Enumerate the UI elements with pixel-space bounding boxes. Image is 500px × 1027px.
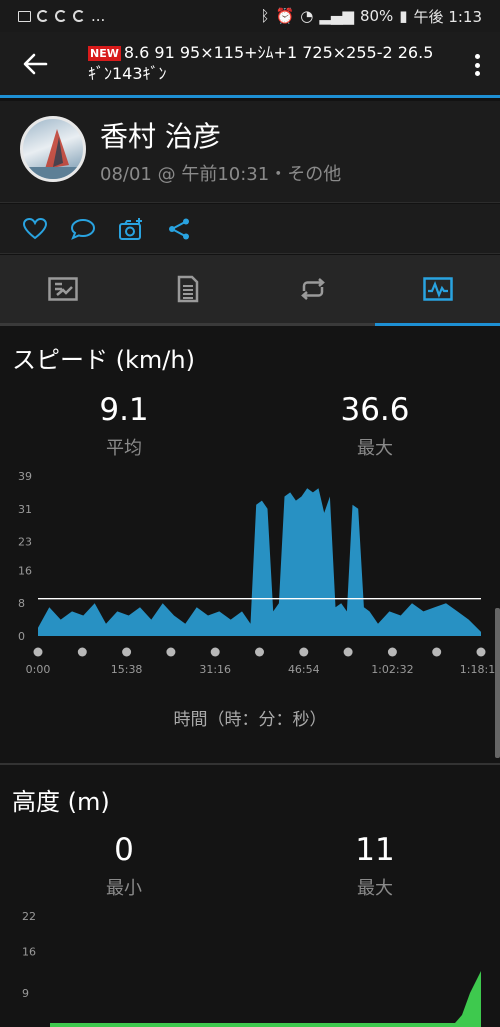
sync-icon	[37, 10, 49, 22]
avatar[interactable]	[20, 116, 86, 182]
add-photo-icon[interactable]	[118, 217, 144, 241]
wifi-icon: ◔	[300, 7, 314, 25]
elevation-y-tick-label: 22	[22, 910, 36, 923]
speed-y-tick-label: 39	[18, 470, 32, 483]
activity-title: NEW 8.6 91 95×115+ｼﾑ+1 725×255-2 26.5ｷﾞﾝ1…	[88, 42, 448, 84]
elevation-min-label: 最小	[106, 878, 142, 899]
speed-avg-label: 平均	[106, 438, 142, 459]
sync-icon	[73, 10, 85, 22]
speed-area	[38, 488, 481, 636]
activity-meta: 08/01 @ 午前10:31・その他	[100, 164, 342, 185]
action-row	[0, 204, 500, 254]
profile-header: 香村 治彦 08/01 @ 午前10:31・その他	[0, 101, 500, 203]
status-right: ᛒ ⏰ ◔ ▂▄▆ 80% ▮ 午後 1:13	[261, 6, 482, 27]
speed-x-tick-label: 1:18:10	[460, 663, 500, 676]
speed-title: スピード (km/h)	[12, 346, 195, 374]
elevation-min-value: 0	[114, 832, 134, 868]
more-options-icon[interactable]	[474, 54, 480, 76]
elevation-y-tick-label: 9	[22, 987, 29, 1000]
speed-x-tick-label: 0:00	[26, 663, 51, 676]
speed-y-tick-label: 31	[18, 503, 32, 516]
speed-y-tick-label: 16	[18, 564, 32, 577]
elevation-max-value: 11	[355, 832, 395, 868]
speed-x-minor-dot	[255, 647, 264, 657]
bluetooth-icon: ᛒ	[260, 7, 270, 25]
elevation-chart[interactable]: 221692	[0, 906, 500, 1027]
app-bar: NEW 8.6 91 95×115+ｼﾑ+1 725×255-2 26.5ｷﾞﾝ1…	[0, 32, 500, 98]
card-divider	[0, 763, 500, 765]
charts-icon	[422, 277, 453, 301]
speed-x-major-dot	[210, 647, 220, 657]
speed-x-tick-label: 31:16	[199, 663, 231, 676]
comment-icon[interactable]	[70, 217, 96, 241]
speed-y-tick-label: 8	[18, 597, 25, 610]
speed-x-tick-label: 46:54	[288, 663, 320, 676]
elevation-max-label: 最大	[357, 878, 393, 899]
speed-avg-value: 9.1	[99, 392, 149, 428]
activity-title-text: 8.6 91 95×115+ｼﾑ+1 725×255-2 26.5ｷﾞﾝ143ｷ…	[88, 43, 434, 83]
tab-charts[interactable]	[375, 255, 500, 323]
speed-x-major-dot	[299, 647, 309, 657]
elevation-area	[50, 971, 481, 1027]
speed-x-minor-dot	[432, 647, 442, 657]
speed-max-value: 36.6	[340, 392, 410, 428]
laps-icon	[300, 278, 325, 300]
speed-x-minor-dot	[343, 647, 353, 657]
tab-summary[interactable]	[0, 255, 125, 323]
elevation-title: 高度 (m)	[12, 788, 110, 816]
speed-x-tick-label: 1:02:32	[371, 663, 413, 676]
share-icon[interactable]	[167, 217, 193, 241]
speed-y-tick-label: 23	[18, 536, 32, 549]
tab-laps[interactable]	[250, 255, 375, 323]
new-badge: NEW	[88, 46, 121, 61]
tab-bar	[0, 255, 500, 326]
speed-x-major-dot	[33, 647, 43, 657]
back-arrow-icon[interactable]	[22, 52, 48, 76]
summary-icon	[47, 277, 78, 301]
speed-max-label: 最大	[357, 438, 393, 459]
speed-x-tick-label: 15:38	[111, 663, 143, 676]
battery-icon: ▮	[399, 7, 408, 25]
speed-y-tick-label: 0	[18, 630, 25, 643]
user-name[interactable]: 香村 治彦	[100, 115, 221, 155]
tab-details[interactable]	[125, 255, 250, 323]
details-icon	[177, 275, 198, 303]
signal-icon: ▂▄▆	[319, 7, 354, 25]
charts-content: スピード (km/h) 9.1 平均 36.6 最大 39 31 23 16 8 0 0:0…	[0, 326, 500, 1027]
battery-percent: 80%	[359, 7, 394, 25]
status-time: 午後 1:13	[413, 7, 482, 26]
speed-x-major-dot	[476, 647, 486, 657]
speed-x-major-dot	[122, 647, 132, 657]
status-more: ...	[91, 7, 106, 25]
sync-icon	[55, 10, 67, 22]
speed-x-major-dot	[387, 647, 397, 657]
status-left: ...	[18, 7, 105, 25]
speed-x-minor-dot	[77, 647, 87, 657]
scrollbar-thumb[interactable]	[495, 608, 500, 758]
alarm-icon: ⏰	[275, 7, 295, 25]
speed-chart[interactable]: 39 31 23 16 8 0 0:00 15:38 31:16 46:54 1:02:32 1:18…	[0, 462, 500, 678]
elevation-y-tick-label: 16	[22, 945, 36, 958]
speed-x-axis-title: 時間（時：分：秒）	[173, 710, 327, 730]
status-bar: ... ᛒ ⏰ ◔ ▂▄▆ 80% ▮ 午後 1:13	[0, 0, 500, 32]
image-icon	[18, 10, 31, 22]
like-icon[interactable]	[22, 217, 48, 241]
speed-x-minor-dot	[166, 647, 176, 657]
